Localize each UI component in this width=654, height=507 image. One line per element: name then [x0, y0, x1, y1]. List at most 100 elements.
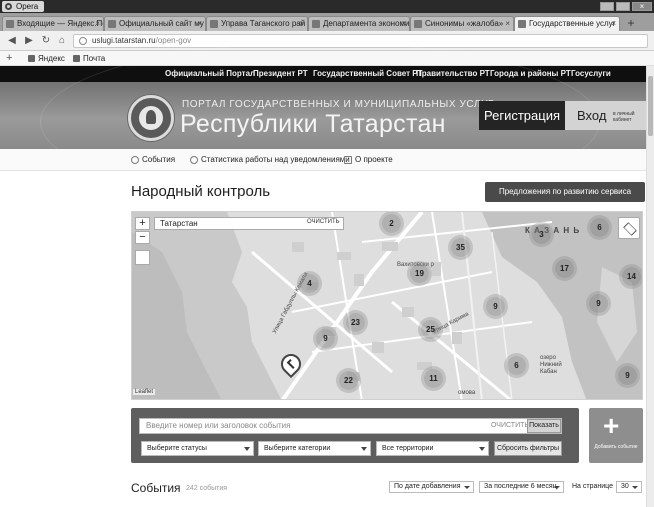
tab-close-icon[interactable]: × [401, 17, 406, 30]
opera-logo-icon [5, 3, 12, 10]
map-fullscreen-button[interactable] [135, 250, 150, 265]
add-event-label: Добавить событие [594, 444, 638, 450]
map-cluster[interactable]: 3 [532, 225, 551, 244]
tab-2[interactable]: Управа Таганского рай × [206, 16, 308, 31]
pie-chart-icon [190, 156, 198, 164]
home-icon[interactable]: ⌂ [55, 34, 69, 48]
map-cluster[interactable]: 17 [555, 259, 574, 278]
title-bar [0, 0, 654, 13]
mail-icon [73, 55, 80, 62]
page-scrollbar[interactable] [646, 66, 654, 507]
tab-label: Синонимы «жалоба» [425, 19, 504, 28]
map-cluster[interactable]: 22 [339, 371, 358, 390]
bookmark-label: Почта [83, 54, 106, 63]
tab-3[interactable]: Департамента экономи × [308, 16, 410, 31]
banner-title: Республики Татарстан [180, 110, 446, 138]
map-cluster[interactable]: 14 [622, 267, 641, 286]
login-label: Вход [577, 108, 607, 123]
per-page-select[interactable]: 30 [616, 481, 642, 493]
add-bookmark-icon[interactable]: + [6, 52, 12, 64]
suggestions-button[interactable]: Предложения по развитию сервиса [485, 182, 645, 202]
events-map[interactable]: К А З А Н Ь Вахитовски р Улица Габдуллы … [131, 211, 643, 400]
chevron-down-icon [464, 486, 470, 489]
reset-filters-button[interactable]: Сбросить фильтры [494, 441, 562, 456]
plus-icon: + [603, 410, 620, 441]
status-select[interactable]: Выберите статусы [141, 441, 254, 456]
zoom-out-button[interactable]: − [135, 231, 150, 244]
register-button[interactable]: Регистрация [479, 101, 565, 130]
minimize-button[interactable] [600, 2, 614, 11]
tab-1[interactable]: Официальный сайт му × [104, 16, 206, 31]
tab-close-icon[interactable]: × [505, 17, 510, 30]
maximize-button[interactable] [616, 2, 630, 11]
emblem-inner [139, 106, 163, 130]
events-heading: События [131, 481, 181, 495]
map-cluster[interactable]: 23 [346, 313, 365, 332]
document-icon [344, 156, 352, 164]
site-info-icon[interactable] [79, 37, 87, 45]
close-window-button[interactable]: × [632, 2, 652, 11]
period-select[interactable]: За последние 6 месяц [479, 481, 564, 493]
topnav-gosuslugi[interactable]: Госуслуги [571, 66, 611, 82]
map-cluster[interactable]: 25 [421, 320, 440, 339]
map-cluster[interactable]: 9 [486, 297, 505, 316]
territory-select[interactable]: Все территории [376, 441, 489, 456]
tab-4[interactable]: Синонимы «жалоба» × [410, 16, 514, 31]
forward-icon[interactable]: ▶ [22, 34, 36, 48]
per-page-label: На странице [572, 483, 613, 490]
favicon-icon [6, 20, 14, 28]
sort-select[interactable]: По дате добавления [389, 481, 474, 493]
subnav-about[interactable]: О проекте [344, 154, 393, 166]
search-clear-button[interactable]: ОЧИСТИТЬ [491, 422, 529, 429]
select-value: Все территории [382, 445, 434, 452]
tab-label: Входящие — Яндекс.По [17, 19, 104, 28]
map-cluster[interactable]: 9 [589, 294, 608, 313]
subnav-statistics[interactable]: Статистика работы над уведомлениями [190, 154, 350, 166]
tab-label: Государственные услуг [529, 19, 616, 28]
tab-close-icon[interactable]: × [611, 17, 616, 30]
zoom-in-button[interactable]: + [135, 217, 150, 230]
back-icon[interactable]: ◀ [5, 34, 19, 48]
tab-label: Официальный сайт му [119, 19, 204, 28]
map-cluster[interactable]: 2 [382, 214, 401, 233]
tab-0[interactable]: Входящие — Яндекс.По × [2, 16, 104, 31]
show-button[interactable]: Показать [527, 419, 561, 433]
favicon-icon [518, 20, 526, 28]
opera-menu-button[interactable]: Opera [2, 1, 45, 12]
layers-icon[interactable] [618, 217, 640, 239]
map-attribution[interactable]: Leaflet [133, 389, 156, 395]
scrollbar-thumb[interactable] [648, 76, 653, 136]
tatarstan-emblem-logo[interactable] [128, 95, 174, 141]
bookmark-pochta[interactable]: Почта [73, 53, 105, 64]
lake-label: озеро Нижний Кабан [540, 355, 562, 375]
map-cluster[interactable]: 9 [316, 329, 335, 348]
yandex-icon [28, 55, 35, 62]
map-cluster[interactable]: 35 [451, 238, 470, 257]
tab-5[interactable]: Государственные услуг × [514, 16, 620, 31]
page-title: Народный контроль [131, 183, 271, 200]
subnav-label: О проекте [355, 155, 393, 164]
tab-close-icon[interactable]: × [95, 17, 100, 30]
new-tab-button[interactable]: + [624, 17, 638, 30]
subnav-events[interactable]: События [131, 154, 175, 166]
street-label: омова [458, 390, 476, 396]
map-clear-button[interactable]: ОЧИСТИТЬ [307, 219, 340, 225]
subnav-label: Статистика работы над уведомлениями [201, 155, 350, 164]
select-value: 30 [621, 483, 629, 490]
map-cluster[interactable]: 19 [410, 264, 429, 283]
tab-close-icon[interactable]: × [299, 17, 304, 30]
url-host: uslugi.tatarstan.ru [92, 36, 156, 45]
map-cluster[interactable]: 6 [590, 218, 609, 237]
url-path: /open-gov [155, 36, 192, 45]
map-cluster[interactable]: 6 [507, 356, 526, 375]
category-select[interactable]: Выберите категории [258, 441, 371, 456]
reload-icon[interactable]: ↻ [39, 34, 53, 48]
map-cluster[interactable]: 11 [424, 369, 443, 388]
bookmark-yandex[interactable]: Яндекс [28, 53, 65, 64]
map-cluster[interactable]: 4 [300, 274, 319, 293]
bookmark-label: Яндекс [38, 54, 65, 63]
chevron-down-icon [361, 447, 367, 451]
map-cluster[interactable]: 9 [618, 366, 637, 385]
tab-close-icon[interactable]: × [197, 17, 202, 30]
chevron-down-icon [479, 447, 485, 451]
